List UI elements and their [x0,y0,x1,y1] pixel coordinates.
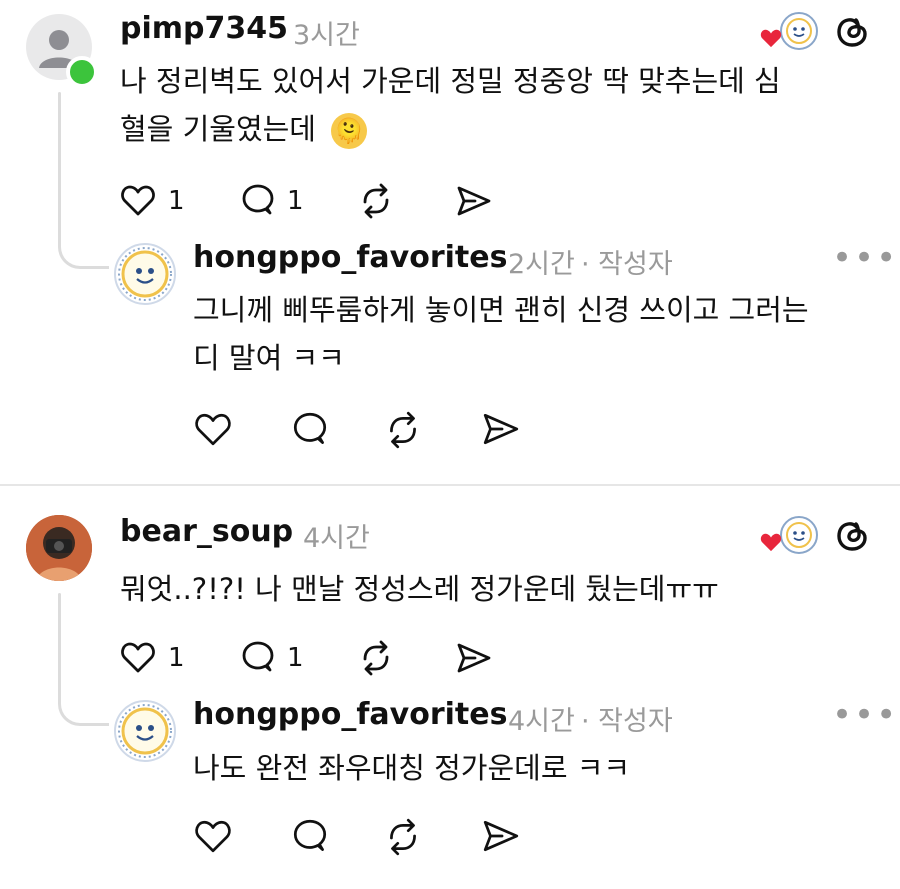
repost-icon[interactable] [357,639,395,677]
like-icon[interactable] [193,818,233,854]
avatar-hongppo_favorites[interactable] [114,243,176,305]
repost-icon[interactable] [383,410,423,450]
online-indicator [66,56,98,88]
comment-text-line1: 뭐엇..?!?! 나 맨날 정성스레 정가운데 뒀는데ㅠㅠ [120,572,719,606]
username[interactable]: bear_soup [120,514,293,549]
reply-icon[interactable] [289,817,331,857]
comment-text-line2: 혈을 기울였는데 🫠 [120,106,368,152]
author-tag: · 작성자 [581,249,673,280]
username[interactable]: hongppo_favorites [193,240,507,275]
thread-connector [58,697,109,726]
reply-count: 1 [287,643,304,673]
timestamp: 2시간 [508,249,575,280]
author-avatar-small [780,12,818,50]
author-liked-badge [760,516,818,556]
thread-line [58,92,61,242]
like-icon[interactable] [120,640,156,674]
comment-text-line1: 나 정리벽도 있어서 가운데 정밀 정중앙 딱 맞추는데 심 [120,64,781,98]
timestamp: 4시간 [508,706,575,737]
share-icon[interactable] [481,411,521,447]
comment-divider [0,484,900,486]
more-options-icon[interactable]: ••• [832,698,898,732]
author-liked-badge [760,12,818,52]
reply-count: 1 [287,186,304,216]
share-icon[interactable] [455,641,493,675]
reply-text-line2: 디 말여 ㅋㅋ [193,341,345,375]
username[interactable]: hongppo_favorites [193,697,507,732]
photo-avatar-icon [26,515,92,581]
like-icon[interactable] [120,183,156,217]
reply-icon[interactable] [289,410,331,450]
repost-icon[interactable] [383,817,423,857]
thread-line [58,593,61,701]
like-count: 1 [168,643,185,673]
avatar-hongppo_favorites[interactable] [114,700,176,762]
timestamp: 4시간 [303,523,370,554]
repost-icon[interactable] [357,182,395,220]
reply-icon[interactable] [238,182,278,220]
share-icon[interactable] [455,184,493,218]
threads-icon[interactable] [832,12,872,52]
heart-icon [760,533,782,552]
like-count: 1 [168,186,185,216]
melting-face-icon: 🫠 [331,113,368,149]
author-avatar-small [780,516,818,554]
comment-text-line2-text: 혈을 기울였는데 [120,112,316,146]
like-icon[interactable] [193,411,233,447]
hongppo-logo-icon [118,247,172,301]
share-icon[interactable] [481,818,521,854]
reply-text-line1: 나도 완전 좌우대칭 정가운데로 ㅋㅋ [193,751,631,785]
thread-connector [58,240,109,269]
threads-icon[interactable] [832,516,872,556]
heart-icon [760,29,782,48]
reply-text-line1: 그니께 삐뚜룸하게 놓이면 괜히 신경 쓰이고 그러는 [193,293,809,327]
avatar-bear_soup[interactable] [26,515,92,581]
more-options-icon[interactable]: ••• [832,241,898,275]
hongppo-logo-icon [118,704,172,758]
timestamp: 3시간 [293,20,360,51]
username[interactable]: pimp7345 [120,11,288,46]
reply-icon[interactable] [238,639,278,677]
author-tag: · 작성자 [581,706,673,737]
